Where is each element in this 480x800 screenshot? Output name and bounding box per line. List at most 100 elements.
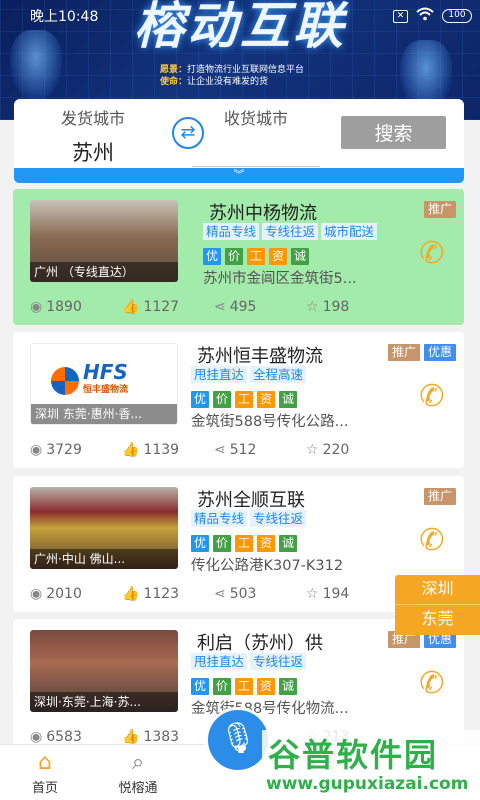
phone-icon[interactable]: ✆ bbox=[415, 237, 449, 271]
city-float-panel[interactable]: 深圳 东莞 bbox=[395, 575, 480, 635]
to-city-value[interactable] bbox=[192, 137, 320, 167]
stat-value: 1890 bbox=[46, 299, 82, 315]
thumbs-up-icon: 👍 bbox=[122, 442, 140, 458]
quality-chip: 优 bbox=[203, 248, 221, 265]
stat-value: 1123 bbox=[143, 586, 180, 602]
watermark-url: www.gupuxiazai.com bbox=[266, 774, 469, 794]
watermark-title: 谷普软件园 bbox=[268, 736, 439, 774]
stat-value: 220 bbox=[322, 442, 350, 458]
listing-tags: 精品专线 专线往返 bbox=[191, 510, 307, 527]
float-city-1[interactable]: 深圳 bbox=[395, 575, 480, 605]
quality-chip: 资 bbox=[257, 535, 275, 552]
quality-chip: 价 bbox=[225, 248, 243, 265]
quality-chip: 优 bbox=[191, 391, 209, 408]
service-tag: 专线往返 bbox=[250, 510, 307, 527]
listing-title[interactable]: 苏州全顺互联 bbox=[197, 486, 305, 512]
stat-views: ◉ 1890 bbox=[30, 299, 122, 315]
listing-card[interactable]: HFS 恒丰盛物流 深圳 东莞·惠州·香... 苏州恒丰盛物流 甩挂直达 全程高速 … bbox=[13, 332, 464, 468]
service-tag: 精品专线 bbox=[191, 510, 248, 527]
service-tag: 精品专线 bbox=[203, 223, 260, 240]
from-city-label: 发货城市 bbox=[60, 109, 125, 128]
eye-icon: ◉ bbox=[30, 442, 43, 458]
discount-badge: 优惠 bbox=[423, 344, 456, 361]
listing-tags: 甩挂直达 专线往返 bbox=[191, 653, 307, 670]
share-icon: ⋖ bbox=[214, 442, 226, 458]
listing-badges: 推广 bbox=[423, 201, 456, 218]
stat-views: ◉ 3729 bbox=[30, 442, 122, 458]
thumbnail-caption: 广州·中山 佛山... bbox=[30, 549, 178, 569]
share-icon: ⋖ bbox=[214, 586, 226, 602]
stat-value: 2010 bbox=[46, 586, 82, 602]
listing-address: 苏州市金阊区金筑街5... bbox=[203, 271, 357, 287]
promoted-badge: 推广 bbox=[423, 488, 456, 505]
listing-thumbnail: HFS 恒丰盛物流 深圳 东莞·惠州·香... bbox=[30, 343, 178, 425]
listing-stats: ◉ 2010 👍 1123 ⋖ 503 ☆ 194 bbox=[30, 586, 450, 602]
listing-title[interactable]: 苏州恒丰盛物流 bbox=[197, 342, 323, 368]
slogan-text-2: 让企业没有难发的货 bbox=[187, 77, 269, 87]
listing-thumbnail: 广州 （专线直达） bbox=[30, 200, 178, 282]
quality-chip: 资 bbox=[257, 391, 275, 408]
listing-stats: ◉ 3729 👍 1139 ⋖ 512 ☆ 220 bbox=[30, 442, 450, 458]
hfs-logo: HFS 恒丰盛物流 bbox=[51, 362, 161, 398]
quality-chip: 工 bbox=[235, 535, 253, 552]
phone-icon[interactable]: ✆ bbox=[415, 524, 449, 558]
service-tag: 专线往返 bbox=[250, 653, 307, 670]
listing-card[interactable]: 广州 （专线直达） 苏州中杨物流 精品专线 专线往返 城市配送 推广 优价工资诚 苏… bbox=[13, 189, 464, 325]
stat-value: 1139 bbox=[143, 442, 180, 458]
listing-tags: 精品专线 专线往返 城市配送 bbox=[203, 223, 378, 240]
promoted-badge: 推广 bbox=[387, 344, 420, 361]
tab-home-label: 首页 bbox=[31, 781, 58, 796]
wifi-icon bbox=[416, 7, 434, 25]
listing-title[interactable]: 苏州中杨物流 bbox=[209, 199, 317, 225]
listing-chips: 优价工资诚 bbox=[203, 248, 309, 265]
tab-home[interactable]: ⌂ 首页 bbox=[10, 749, 80, 796]
listing-chips: 优价工资诚 bbox=[191, 391, 297, 408]
phone-icon[interactable]: ✆ bbox=[415, 667, 449, 701]
battery-icon: 100 bbox=[442, 9, 472, 23]
quality-chip: 资 bbox=[269, 248, 287, 265]
expand-chevron-icon[interactable]: ︾ bbox=[14, 168, 464, 183]
stat-value: 512 bbox=[229, 442, 257, 458]
hfs-logo-mark bbox=[51, 367, 79, 395]
listing-thumbnail: 广州·中山 佛山... bbox=[30, 487, 178, 569]
from-city-field[interactable]: 发货城市 苏州 bbox=[29, 105, 157, 171]
stat-shares: ⋖ 503 bbox=[214, 586, 306, 602]
phone-icon[interactable]: ✆ bbox=[415, 380, 449, 414]
home-icon: ⌂ bbox=[38, 750, 52, 775]
eye-icon: ◉ bbox=[30, 729, 43, 745]
chat-search-icon: ⌕ bbox=[131, 750, 145, 775]
listing-address: 传化公路港K307-K312 bbox=[191, 558, 344, 574]
float-city-2[interactable]: 东莞 bbox=[395, 605, 480, 635]
to-city-field[interactable]: 收货城市 bbox=[192, 105, 320, 167]
eye-icon: ◉ bbox=[30, 586, 43, 602]
tab-yuerongtong[interactable]: ⌕ 悦榕通 bbox=[103, 749, 173, 796]
thumbs-up-icon: 👍 bbox=[122, 586, 140, 602]
stat-value: 1383 bbox=[143, 729, 180, 745]
banner-slogan: 愿景：打造物流行业互联网信息平台 使命：让企业没有难发的货 bbox=[160, 64, 304, 88]
search-button[interactable]: 搜索 bbox=[341, 116, 446, 149]
quality-chip: 工 bbox=[235, 391, 253, 408]
listing-title[interactable]: 利启（苏州）供 bbox=[197, 629, 323, 655]
stat-views: ◉ 6583 bbox=[30, 729, 122, 745]
stat-value: 503 bbox=[229, 586, 257, 602]
stat-value: 194 bbox=[322, 586, 350, 602]
quality-chip: 诚 bbox=[291, 248, 309, 265]
service-tag: 甩挂直达 bbox=[191, 366, 248, 383]
service-tag: 专线往返 bbox=[262, 223, 319, 240]
star-icon: ☆ bbox=[306, 586, 319, 602]
quality-chip: 诚 bbox=[279, 535, 297, 552]
stat-likes: 👍 1383 bbox=[122, 729, 214, 745]
tab-yuerongtong-label: 悦榕通 bbox=[118, 781, 158, 796]
to-city-label: 收货城市 bbox=[223, 109, 288, 128]
listing-badges: 推广 优惠 bbox=[387, 344, 456, 361]
from-city-value[interactable]: 苏州 bbox=[29, 137, 157, 171]
stat-value: 3729 bbox=[46, 442, 82, 458]
service-tag: 甩挂直达 bbox=[191, 653, 248, 670]
promoted-badge: 推广 bbox=[423, 201, 456, 218]
quality-chip: 价 bbox=[213, 678, 231, 695]
runner-figure-left bbox=[10, 30, 62, 100]
star-icon: ☆ bbox=[306, 299, 319, 315]
status-icons: ✕ 100 bbox=[393, 7, 472, 25]
listing-tags: 甩挂直达 全程高速 bbox=[191, 366, 307, 383]
status-time: 晚上10:48 bbox=[30, 9, 99, 25]
